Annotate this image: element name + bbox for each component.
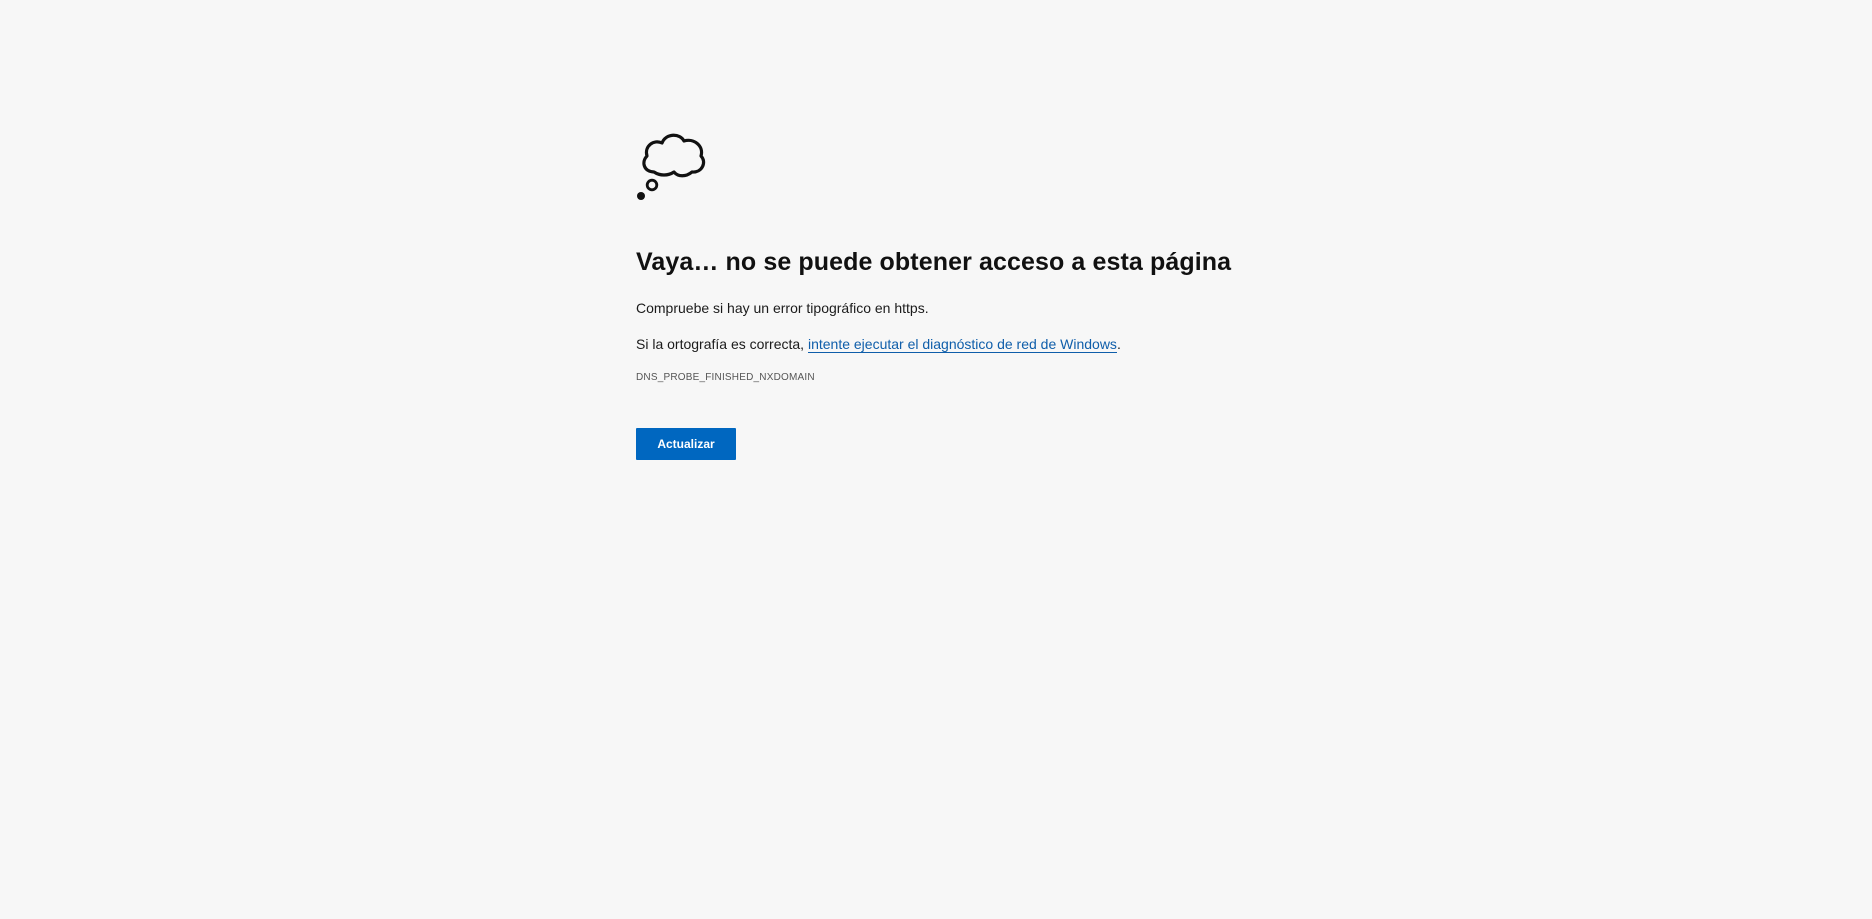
error-page: Vaya… no se puede obtener acceso a esta … — [0, 0, 1872, 919]
error-title: Vaya… no se puede obtener acceso a esta … — [636, 248, 1232, 276]
diagnostic-hint-prefix: Si la ortografía es correcta, — [636, 336, 808, 352]
diagnostic-hint: Si la ortografía es correcta, intente ej… — [636, 334, 1276, 354]
network-diagnostics-link[interactable]: intente ejecutar el diagnóstico de red d… — [807, 336, 1117, 353]
typo-hint-text: Compruebe si hay un error tipográfico en… — [636, 300, 929, 316]
diagnostic-hint-suffix: . — [1116, 336, 1121, 352]
error-content: Vaya… no se puede obtener acceso a esta … — [636, 126, 1276, 460]
refresh-button[interactable]: Actualizar — [636, 428, 736, 460]
error-code: DNS_PROBE_FINISHED_NXDOMAIN — [636, 372, 815, 383]
thought-cloud-icon — [637, 133, 706, 200]
